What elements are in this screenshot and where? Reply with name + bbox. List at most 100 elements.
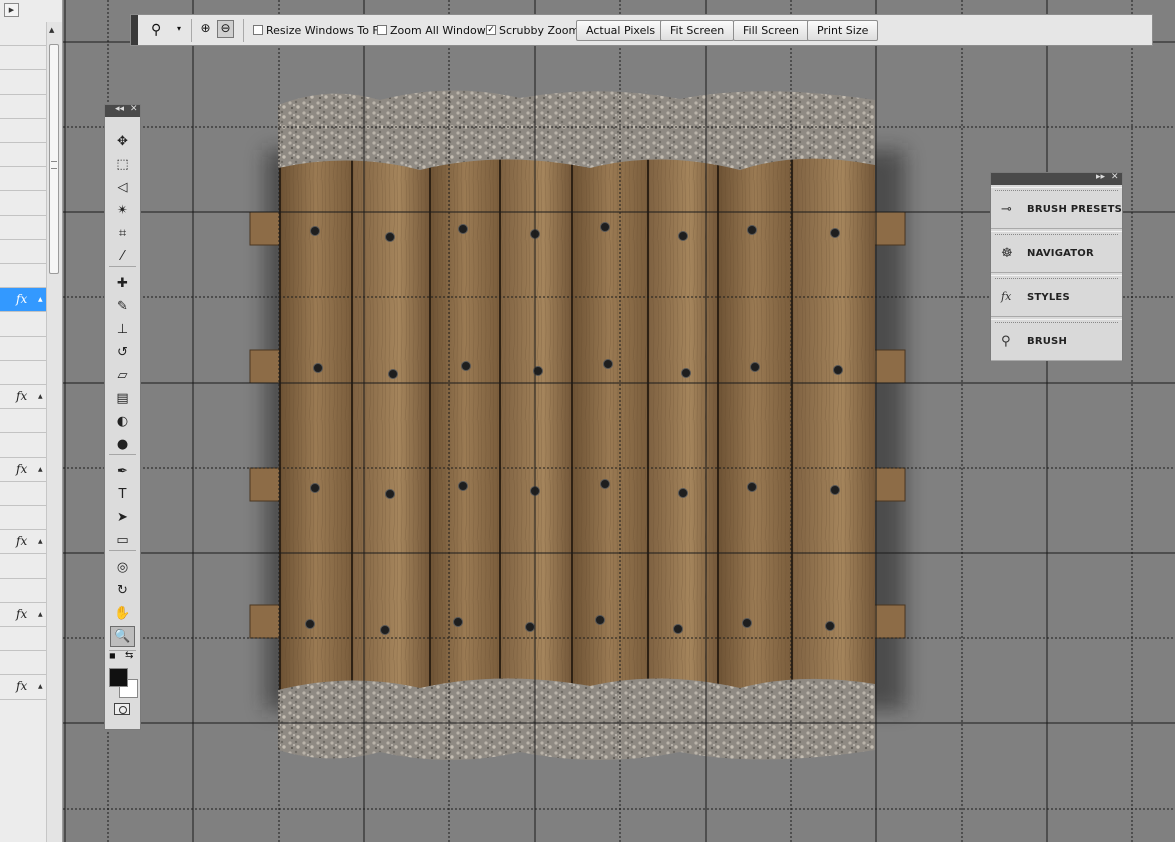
nail-head — [600, 222, 610, 232]
expand-effects-icon[interactable]: ▲ — [38, 466, 43, 473]
layer-row[interactable] — [0, 651, 46, 676]
layer-row[interactable]: fx ▲ — [0, 457, 46, 482]
scroll-up-icon[interactable]: ▲ — [49, 26, 54, 34]
gradient-tool[interactable]: ▤ — [110, 388, 135, 409]
panel-dock: ▸▸ ✕ ⊸ BRUSH PRESETS ☸ NAVIGATOR fx STYLES ⚲ BR… — [990, 172, 1123, 361]
layer-row[interactable] — [0, 239, 46, 264]
resize-windows-checkbox[interactable] — [253, 25, 263, 35]
zoom-icon[interactable]: ⚲ — [151, 22, 161, 38]
panel-grip[interactable] — [995, 190, 1118, 193]
healing-brush-tool[interactable]: ✚ — [110, 273, 135, 294]
tools-panel-header[interactable]: ◂◂ ✕ — [105, 104, 140, 117]
panel-grip[interactable] — [995, 278, 1118, 281]
nail-head — [525, 622, 535, 632]
hand-tool[interactable]: ✋ — [110, 603, 135, 624]
options-bar-grip[interactable] — [131, 15, 138, 45]
tool-preset-dropdown-icon[interactable]: ▾ — [177, 24, 181, 33]
close-icon[interactable]: ✕ — [1111, 172, 1119, 182]
quick-mask-icon[interactable] — [114, 703, 130, 715]
nail-head — [453, 617, 463, 627]
layer-row[interactable] — [0, 481, 46, 506]
layer-row[interactable] — [0, 627, 46, 652]
collapse-panel-icon[interactable]: ◂◂ — [115, 104, 124, 114]
document-canvas[interactable] — [63, 0, 1175, 842]
zoom-out-icon[interactable]: ⊖ — [217, 20, 234, 38]
expand-arrow-icon[interactable]: ▶ — [4, 3, 19, 17]
layer-row[interactable] — [0, 312, 46, 337]
layers-scrollbar[interactable]: ▲ — [46, 22, 62, 842]
scroll-thumb[interactable] — [49, 44, 59, 274]
layer-row[interactable] — [0, 118, 46, 143]
layer-row[interactable]: fx ▲ — [0, 288, 46, 313]
layer-row[interactable] — [0, 191, 46, 216]
layer-row[interactable]: fx ▲ — [0, 385, 46, 410]
fill-screen-button[interactable]: Fill Screen — [733, 20, 810, 41]
default-colors-icon[interactable]: ◼ — [109, 651, 116, 660]
crop-tool[interactable]: ⌗ — [110, 223, 135, 244]
panel-dock-header[interactable]: ▸▸ ✕ — [991, 172, 1122, 185]
brush-tool[interactable]: ✎ — [110, 296, 135, 317]
expand-effects-icon[interactable]: ▲ — [38, 296, 43, 303]
layer-row[interactable] — [0, 46, 46, 71]
print-size-button[interactable]: Print Size — [807, 20, 879, 41]
foreground-color-swatch[interactable] — [109, 668, 128, 687]
zoom-in-icon[interactable]: ⊕ — [198, 21, 213, 37]
clone-stamp-tool[interactable]: ⊥ — [110, 319, 135, 340]
layer-row[interactable] — [0, 554, 46, 579]
layer-row[interactable] — [0, 22, 46, 47]
expand-effects-icon[interactable]: ▲ — [38, 538, 43, 545]
path-selection-tool[interactable]: ➤ — [110, 507, 135, 528]
panel-brush[interactable]: ⚲ BRUSH — [991, 319, 1122, 361]
pen-tool[interactable]: ✒ — [110, 461, 135, 482]
layer-row[interactable] — [0, 336, 46, 361]
nail-head — [380, 625, 390, 635]
marquee-tool[interactable]: ⬚ — [110, 154, 135, 175]
fit-screen-button[interactable]: Fit Screen — [660, 20, 735, 41]
expand-effects-icon[interactable]: ▲ — [38, 611, 43, 618]
panel-navigator[interactable]: ☸ NAVIGATOR — [991, 231, 1122, 273]
panel-styles[interactable]: fx STYLES — [991, 275, 1122, 317]
rectangle-tool[interactable]: ▭ — [110, 530, 135, 551]
close-icon[interactable]: ✕ — [130, 104, 138, 114]
lasso-tool[interactable]: ◁ — [110, 177, 135, 198]
layer-row[interactable] — [0, 578, 46, 603]
panel-grip[interactable] — [995, 322, 1118, 325]
styles-icon: fx — [1001, 290, 1012, 303]
blur-tool[interactable]: ◐ — [110, 411, 135, 432]
expand-effects-icon[interactable]: ▲ — [38, 393, 43, 400]
layer-row[interactable] — [0, 215, 46, 240]
layer-row[interactable] — [0, 360, 46, 385]
layer-row[interactable] — [0, 143, 46, 168]
layer-row[interactable] — [0, 409, 46, 434]
move-tool[interactable]: ✥ — [110, 131, 135, 152]
3d-orbit-tool[interactable]: ↻ — [110, 580, 135, 601]
magic-wand-tool[interactable]: ✴ — [110, 200, 135, 221]
panel-brush-presets[interactable]: ⊸ BRUSH PRESETS — [991, 187, 1122, 229]
expand-effects-icon[interactable]: ▲ — [38, 683, 43, 690]
scrubby-zoom-checkbox[interactable]: ✓ — [486, 25, 496, 35]
actual-pixels-button[interactable]: Actual Pixels — [576, 20, 666, 41]
zoom-tool[interactable]: 🔍 — [110, 626, 135, 647]
dodge-tool[interactable]: ● — [110, 434, 135, 455]
panel-label: BRUSH PRESETS — [1027, 204, 1123, 215]
eraser-tool[interactable]: ▱ — [110, 365, 135, 386]
layer-row[interactable] — [0, 433, 46, 458]
type-tool[interactable]: T — [110, 484, 135, 505]
eyedropper-tool[interactable]: ⁄ — [110, 246, 135, 267]
nail-head — [681, 368, 691, 378]
layer-row[interactable] — [0, 94, 46, 119]
layer-row[interactable] — [0, 264, 46, 289]
history-brush-tool[interactable]: ↺ — [110, 342, 135, 363]
expand-panels-icon[interactable]: ▸▸ — [1096, 172, 1105, 182]
layer-row[interactable] — [0, 70, 46, 95]
panel-grip[interactable] — [995, 234, 1118, 237]
swap-colors-icon[interactable]: ⇆ — [125, 650, 133, 661]
layer-row[interactable] — [0, 167, 46, 192]
layer-row[interactable] — [0, 506, 46, 531]
zoom-all-windows-checkbox[interactable] — [377, 25, 387, 35]
nail-head — [385, 489, 395, 499]
layer-row[interactable]: fx ▲ — [0, 675, 46, 700]
3d-rotate-tool[interactable]: ◎ — [110, 557, 135, 578]
layer-row[interactable]: fx ▲ — [0, 530, 46, 555]
layer-row[interactable]: fx ▲ — [0, 602, 46, 627]
